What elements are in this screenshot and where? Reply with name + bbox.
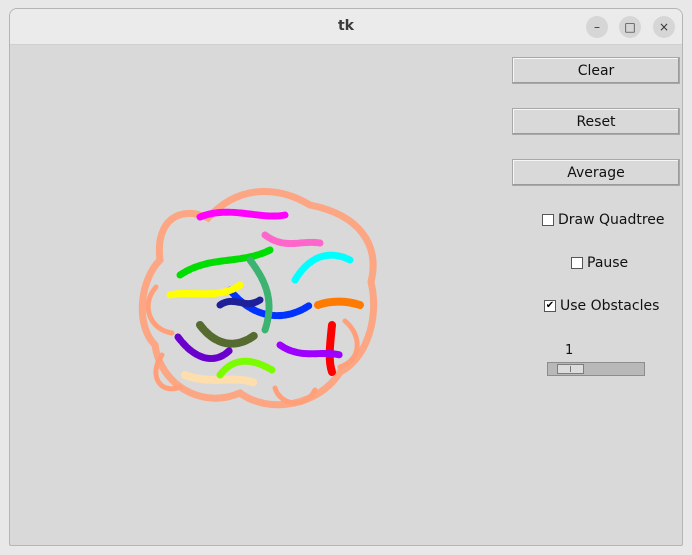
use-obstacles-label: Use Obstacles [560,298,660,314]
draw-quadtree-label: Draw Quadtree [558,212,665,228]
trail-yellow [166,281,244,299]
draw-quadtree-checkbox[interactable]: Draw Quadtree [542,212,665,228]
trail-red [325,321,336,376]
outer-loop-east [337,318,360,370]
trail-magenta [196,208,289,221]
pause-checkbox[interactable]: Pause [571,255,628,271]
trail-pink [261,231,324,247]
trail-seagreen [246,256,273,334]
clear-button[interactable]: Clear [512,57,680,84]
title-bar: tk – □ × [10,9,682,45]
trail-cyan [291,251,354,284]
simulation-canvas[interactable] [10,45,504,546]
slider-thumb[interactable] [557,364,584,374]
outer-loop-south [272,385,318,406]
trail-orange [314,297,364,309]
trail-cluster [138,188,378,409]
close-icon[interactable]: × [653,16,675,38]
checkbox-box [571,257,583,269]
scale-value: 1 [565,343,574,358]
use-obstacles-checkbox[interactable]: ✔ Use Obstacles [544,298,659,314]
maximize-icon[interactable]: □ [619,16,641,38]
trail-olive [196,321,259,348]
average-button[interactable]: Average [512,159,680,186]
minimize-icon[interactable]: – [586,16,608,38]
trail-lime [216,357,276,379]
reset-button[interactable]: Reset [512,108,680,135]
checkmark-icon: ✔ [544,300,556,312]
window-title: tk [337,18,354,34]
app-window: tk – □ × Clear Reset Average Draw Quadtr… [9,8,683,546]
checkbox-box [542,214,554,226]
scale-slider[interactable] [547,362,645,376]
trail-navy [216,296,264,309]
client-area: Clear Reset Average Draw Quadtree Pause … [10,45,682,546]
pause-label: Pause [587,255,629,271]
